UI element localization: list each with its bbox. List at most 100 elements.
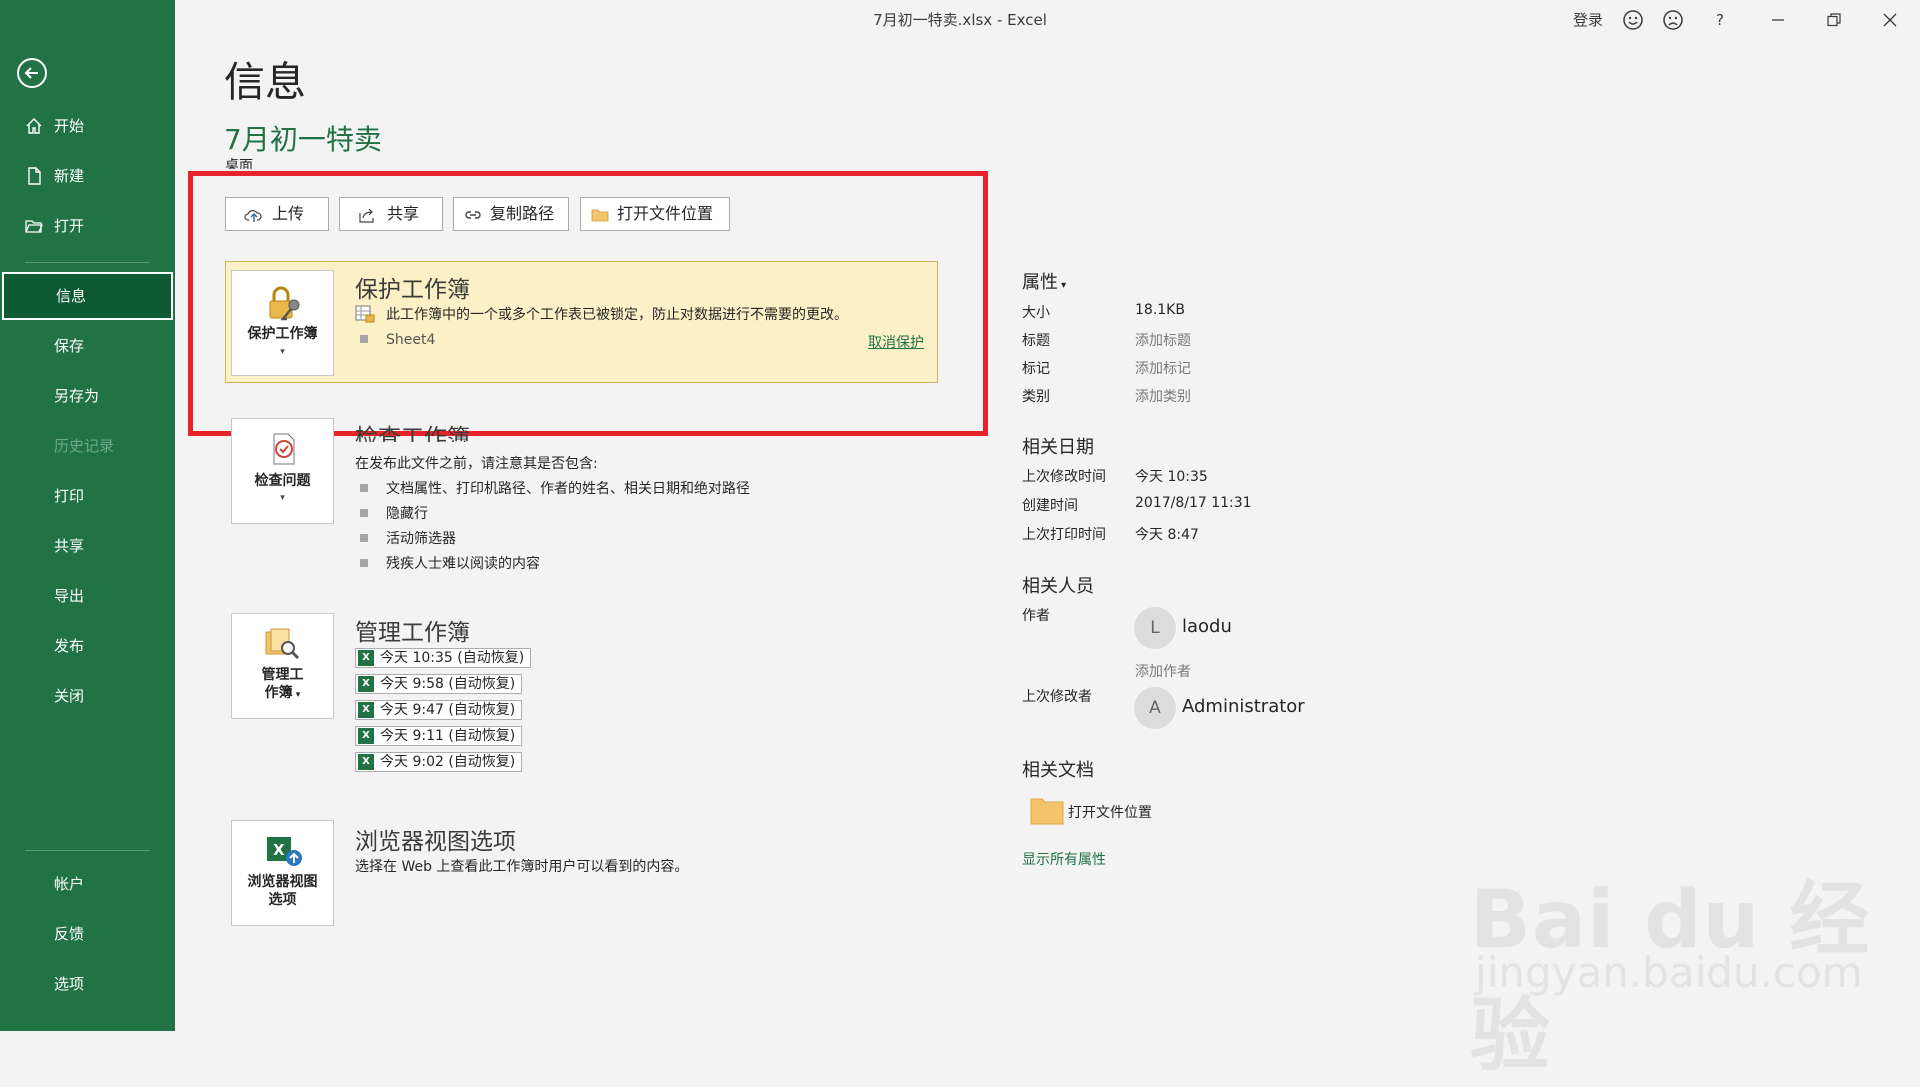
nav-print[interactable]: 打印 <box>0 473 175 519</box>
nav-open-label: 打开 <box>54 217 85 235</box>
related-people-heading: 相关人员 <box>1022 576 1094 597</box>
home-icon <box>26 118 42 134</box>
nav-feedback[interactable]: 反馈 <box>0 911 175 957</box>
related-docs-heading: 相关文档 <box>1022 760 1094 781</box>
manage-versions-icon <box>265 628 300 660</box>
manage-workbook-tile[interactable]: 管理工 作簿 ▾ <box>231 613 334 719</box>
share-label: 共享 <box>387 204 420 223</box>
protected-sheet-item: Sheet4 <box>360 332 435 348</box>
prop-title-value[interactable]: 添加标题 <box>1135 330 1191 350</box>
add-author-link[interactable]: 添加作者 <box>1135 661 1191 681</box>
close-window-icon[interactable] <box>1872 6 1908 34</box>
inspect-title: 检查工作簿 <box>355 425 470 442</box>
nav-share[interactable]: 共享 <box>0 523 175 569</box>
protect-workbook-tile[interactable]: 保护工作簿 ▾ <box>231 270 334 376</box>
smile-feedback-icon[interactable] <box>1618 6 1648 34</box>
prop-tags-label: 标记 <box>1022 361 1050 377</box>
excel-web-icon: X <box>267 837 302 866</box>
version-item[interactable]: X 今天 9:47 (自动恢复) <box>355 700 523 720</box>
signin-link[interactable]: 登录 <box>1566 6 1610 34</box>
check-issues-tile[interactable]: 检查问题 ▾ <box>231 418 334 524</box>
prop-title-label: 标题 <box>1022 333 1050 349</box>
nav-save[interactable]: 保存 <box>0 323 175 369</box>
nav-save-label: 保存 <box>54 337 85 355</box>
nav-publish-label: 发布 <box>54 637 85 655</box>
open-file-location-link[interactable]: 打开文件位置 <box>1068 802 1152 822</box>
copy-path-button[interactable]: 复制路径 <box>453 197 569 231</box>
nav-divider-bottom <box>25 850 150 851</box>
nav-options-label: 选项 <box>54 975 85 993</box>
protect-title: 保护工作簿 <box>355 277 470 303</box>
folder-icon <box>591 209 609 222</box>
upload-button[interactable]: 上传 <box>225 197 329 231</box>
avatar[interactable]: A <box>1134 687 1176 729</box>
protect-tile-label: 保护工作簿 <box>247 326 318 342</box>
excel-file-icon: X <box>358 650 374 666</box>
new-doc-icon <box>28 167 41 185</box>
manage-tile-label-line2: 作簿 ▾ <box>232 684 333 704</box>
author-name[interactable]: laodu <box>1182 616 1232 637</box>
version-item[interactable]: X 今天 9:11 (自动恢复) <box>355 726 523 746</box>
show-all-properties-link[interactable]: 显示所有属性 <box>1022 849 1106 869</box>
nav-export[interactable]: 导出 <box>0 573 175 619</box>
last-modified-by-label: 上次修改者 <box>1022 689 1092 705</box>
frown-feedback-icon[interactable] <box>1658 6 1688 34</box>
browser-view-options-tile[interactable]: X 浏览器视图 选项 <box>231 820 334 926</box>
check-issues-label: 检查问题 <box>254 473 311 489</box>
share-button[interactable]: 共享 <box>339 197 443 231</box>
properties-heading[interactable]: 属性 ▾ <box>1022 268 1066 294</box>
inspect-document-icon <box>273 433 295 465</box>
back-button[interactable] <box>17 58 47 88</box>
cloud-upload-icon <box>244 210 262 222</box>
nav-info[interactable]: 信息 <box>2 272 173 320</box>
version-label: 今天 9:58 (自动恢复) <box>380 676 516 692</box>
nav-new-label: 新建 <box>54 167 85 185</box>
related-dates-heading: 相关日期 <box>1022 437 1094 458</box>
nav-save-as[interactable]: 另存为 <box>0 373 175 419</box>
inspect-bullet: 残疾人士难以阅读的内容 <box>360 553 540 573</box>
date-label: 上次修改时间 <box>1022 469 1106 485</box>
browser-description: 选择在 Web 上查看此工作簿时用户可以看到的内容。 <box>355 859 689 875</box>
avatar[interactable]: L <box>1134 607 1176 649</box>
nav-open[interactable]: 打开 <box>0 203 175 249</box>
nav-new[interactable]: 新建 <box>0 153 175 199</box>
date-label: 上次打印时间 <box>1022 527 1106 543</box>
open-folder-icon <box>25 220 43 233</box>
nav-account[interactable]: 帐户 <box>0 861 175 907</box>
help-button[interactable]: ? <box>1706 6 1734 34</box>
open-file-location-button[interactable]: 打开文件位置 <box>580 197 730 231</box>
chevron-down-icon: ▾ <box>292 690 301 700</box>
open-file-location-label: 打开文件位置 <box>617 204 714 223</box>
nav-publish[interactable]: 发布 <box>0 623 175 669</box>
nav-info-label: 信息 <box>56 287 87 305</box>
nav-close-label: 关闭 <box>54 687 85 705</box>
minimize-icon[interactable] <box>1760 6 1796 34</box>
properties-heading-text: 属性 <box>1022 272 1058 293</box>
prop-tags-value[interactable]: 添加标记 <box>1135 358 1191 378</box>
restore-icon[interactable] <box>1816 6 1852 34</box>
excel-file-icon: X <box>358 728 374 744</box>
prop-category-value[interactable]: 添加类别 <box>1135 386 1191 406</box>
nav-close[interactable]: 关闭 <box>0 673 175 719</box>
prop-category-label: 类别 <box>1022 389 1050 405</box>
version-item[interactable]: X 今天 9:58 (自动恢复) <box>355 674 523 694</box>
version-item[interactable]: X 今天 10:35 (自动恢复) <box>355 648 532 668</box>
page-title: 信息 <box>224 58 306 106</box>
nav-home[interactable]: 开始 <box>0 103 175 149</box>
nav-divider <box>25 262 150 263</box>
date-value: 2017/8/17 11:31 <box>1135 495 1252 511</box>
excel-file-icon: X <box>358 754 374 770</box>
link-icon <box>465 211 481 219</box>
unprotect-link[interactable]: 取消保护 <box>868 332 924 352</box>
lock-key-icon <box>269 286 300 321</box>
date-value: 今天 8:47 <box>1135 527 1199 543</box>
nav-options[interactable]: 选项 <box>0 961 175 1007</box>
copy-path-label: 复制路径 <box>490 204 555 223</box>
version-item[interactable]: X 今天 9:02 (自动恢复) <box>355 752 523 772</box>
last-modified-by-name[interactable]: Administrator <box>1182 696 1305 717</box>
date-label: 创建时间 <box>1022 498 1078 514</box>
nav-account-label: 帐户 <box>54 875 85 893</box>
nav-share-label: 共享 <box>54 537 85 555</box>
nav-export-label: 导出 <box>54 587 85 605</box>
prop-size-value: 18.1KB <box>1135 302 1185 318</box>
